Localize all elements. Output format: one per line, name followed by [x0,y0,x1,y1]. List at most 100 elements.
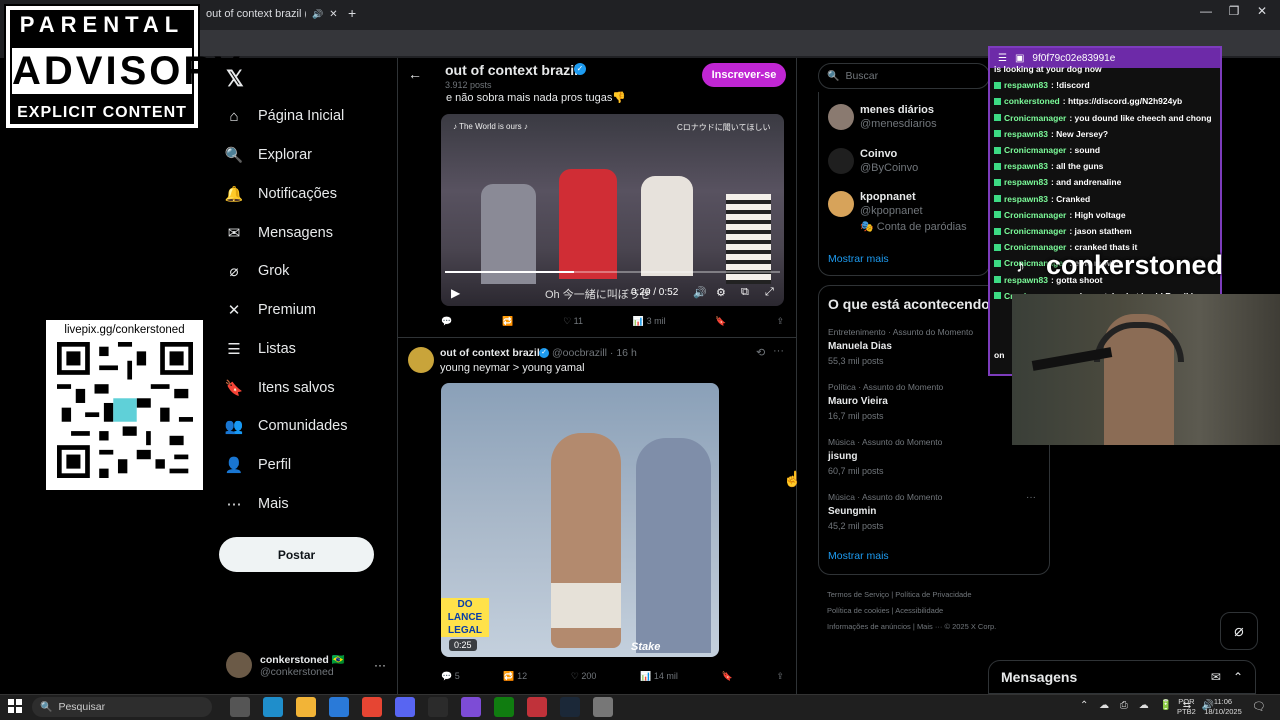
obs-icon[interactable] [428,697,448,717]
chrome-icon[interactable] [362,697,382,717]
post-2-name[interactable]: out of context brazil [440,347,540,359]
steam-icon[interactable] [560,697,580,717]
settings-icon[interactable]: ⚙ [716,286,726,299]
sidebar-item-grok[interactable]: ⌀ Grok [224,256,289,286]
clock-date: 18/10/2025 [1204,707,1242,716]
trend-name[interactable]: jisung [828,451,857,462]
grok-post-icon[interactable]: ⟲ [756,346,765,359]
bookmark-icon[interactable]: 🔖 [715,316,726,327]
close-window-icon[interactable]: ✕ [1252,4,1272,22]
settings-icon[interactable] [593,697,613,717]
restore-icon[interactable]: ❐ [1224,4,1244,22]
reply-icon[interactable]: 💬 [441,316,452,327]
post-more-icon[interactable]: ··· [773,345,784,357]
video-host-right [636,438,711,653]
task-view-icon[interactable] [230,697,250,717]
sidebar-item-p-gina-inicial[interactable]: ⌂ Página Inicial [224,101,344,131]
tray-icons[interactable]: ⌃ ☁ ⎙ ☁ 🔋 ⇆ 🔊 [1080,700,1218,711]
follow-name[interactable]: menes diários [860,104,934,116]
follow-avatar[interactable] [828,104,854,130]
play-icon[interactable]: ▶ [451,286,460,300]
pip-icon[interactable]: ⧉ [741,286,749,299]
discord-icon[interactable] [395,697,415,717]
views-button[interactable]: 📊 14 mil [640,671,678,682]
video-progress-fill[interactable] [445,271,574,273]
sidebar-item-mais[interactable]: ⋯ Mais [224,489,289,519]
browser-tab[interactable]: out of context brazil (@oocbrazill) / X … [200,2,340,26]
windows-start-icon[interactable] [8,699,22,713]
footer-more[interactable]: Mais ··· [917,622,942,631]
account-more-icon[interactable]: ··· [374,658,386,672]
share-icon[interactable]: ⇪ [776,316,784,327]
edge-icon[interactable] [263,697,283,717]
post-button[interactable]: Postar [219,537,374,572]
volume-icon[interactable]: 🔊 [693,286,707,299]
expand-icon[interactable]: ⌃ [1233,670,1243,684]
like-button[interactable]: ♡ 11 [563,316,583,327]
trend-name[interactable]: Seungmin [828,506,876,517]
sidebar-item-itens-salvos[interactable]: 🔖 Itens salvos [224,373,335,403]
trend-name[interactable]: Mauro Vieira [828,396,888,407]
trend-more-icon[interactable]: ··· [1026,492,1036,503]
back-arrow-icon[interactable]: ← [408,66,422,82]
post-2-text: young neymar > young yamal [440,362,585,374]
tab-audio-icon[interactable]: 🔊 [312,9,323,20]
post-2-video[interactable]: DO LANCE LEGAL 0:25 Stake [441,383,719,657]
show-more-follow[interactable]: Mostrar mais [828,253,889,265]
chat-username: respawn83 [1004,80,1048,91]
footer-accessibility[interactable]: Acessibilidade [895,606,943,615]
like-button[interactable]: ♡ 200 [571,671,597,682]
sidebar-item-mensagens[interactable]: ✉ Mensagens [224,218,333,248]
x-logo-icon[interactable]: 𝕏 [226,66,244,92]
sidebar-item-perfil[interactable]: 👤 Perfil [224,450,291,480]
clock[interactable]: 11:06 18/10/2025 [1200,697,1246,717]
views-button[interactable]: 📊 3 mil [633,316,666,327]
sidebar-item-premium[interactable]: ✕ Premium [224,295,316,325]
trend-name[interactable]: Manuela Dias [828,341,892,352]
new-tab-icon[interactable]: + [348,5,356,21]
follow-name[interactable]: Coinvo [860,148,897,160]
new-message-icon[interactable]: ✉ [1211,670,1221,684]
minimize-icon[interactable]: — [1196,4,1216,22]
bookmark-icon[interactable]: 🔖 [722,671,733,682]
sidebar-item-listas[interactable]: ☰ Listas [224,334,296,364]
repost-icon[interactable]: 🔁 [502,316,513,327]
account-name: conkerstoned 🇧🇷 [260,653,345,666]
footer-ads[interactable]: Informações de anúncios [827,622,911,631]
menu-icon[interactable]: ☰ [998,53,1007,64]
sidebar-item-notifica-es[interactable]: 🔔 Notificações [224,179,337,209]
show-more-trends[interactable]: Mostrar mais [828,550,889,562]
post-1-video[interactable]: ♪ The World is ours ♪ Cロナウドに聞いてほしい Oh 今一… [441,114,784,306]
sidebar-item-explorar[interactable]: 🔍 Explorar [224,140,312,170]
reply-button[interactable]: 💬 5 [441,671,460,682]
notification-icon[interactable]: 🗨 [1252,700,1266,713]
tab-close-icon[interactable]: ✕ [329,9,337,20]
game-icon[interactable] [527,697,547,717]
xbox-icon[interactable] [494,697,514,717]
footer-cookies[interactable]: Política de cookies [827,606,890,615]
app-icon[interactable] [461,697,481,717]
follow-avatar[interactable] [828,148,854,174]
store-icon[interactable] [329,697,349,717]
subscribe-button[interactable]: Inscrever-se [702,63,786,87]
account-switcher[interactable]: conkerstoned 🇧🇷 @conkerstoned ··· [226,648,386,682]
taskbar-search[interactable]: 🔍 Pesquisar [32,697,212,717]
post-2-avatar[interactable] [408,347,434,373]
file-explorer-icon[interactable] [296,697,316,717]
chat-message: conkerstoned: https://discord.gg/N2h924y… [994,96,1182,106]
search-box[interactable]: 🔍 Buscar [818,63,990,89]
share-icon[interactable]: ⇪ [776,671,784,682]
footer-terms[interactable]: Termos de Serviço [827,590,889,599]
search-icon: 🔍 [40,701,53,713]
follow-name[interactable]: kpopnanet [860,191,916,203]
sidebar-item-comunidades[interactable]: 👥 Comunidades [224,411,348,441]
footer-privacy[interactable]: Política de Privacidade [895,590,971,599]
like-count: 200 [581,671,597,681]
language-indicator[interactable]: POR PTB2 [1177,697,1196,717]
repost-button[interactable]: 🔁 12 [503,671,527,682]
grok-float-icon[interactable]: ⌀ [1220,612,1258,650]
messages-drawer[interactable]: Mensagens ✉ ⌃ [988,660,1256,694]
fullscreen-icon[interactable]: ⤢ [765,286,774,299]
bookmark-icon: 🔖 [224,380,244,397]
follow-avatar[interactable] [828,191,854,217]
